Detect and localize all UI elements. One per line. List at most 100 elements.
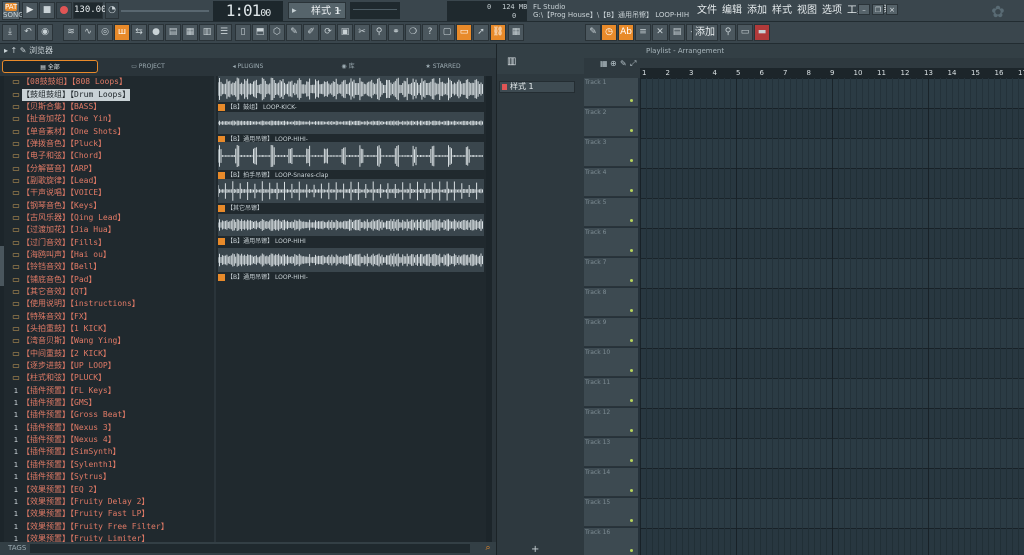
tree-item[interactable]: ▭ 【逐步进鼓】【UP LOOP】 (4, 360, 214, 372)
tree-item[interactable]: ▭ 【贝斯合集】【BASS】 (4, 101, 214, 113)
stamp-icon[interactable]: ▭ (456, 24, 472, 41)
track-mute-led[interactable] (630, 519, 633, 522)
mic-icon[interactable]: ⚲ (371, 24, 387, 41)
track-header[interactable]: Track 15 (584, 498, 638, 527)
track-header[interactable]: Track 5 (584, 198, 638, 227)
paint-icon[interactable]: ✎ (585, 24, 601, 41)
track-mute-led[interactable] (630, 369, 633, 372)
pattern-add-icon[interactable]: + (334, 3, 342, 20)
playlist-tool-icon[interactable]: ▦ (600, 59, 608, 68)
add-channel-icon[interactable]: + (531, 544, 539, 555)
tree-item[interactable]: ▭ 【其它音效】【QT】 (4, 286, 214, 298)
track-mute-led[interactable] (630, 249, 633, 252)
tree-item[interactable]: ▭ 【过门音效】【Fills】 (4, 236, 214, 248)
tree-item[interactable]: ▭ 【铺底音色】【Pad】 (4, 274, 214, 286)
preview-play-icon[interactable] (218, 104, 225, 111)
link-icon[interactable]: ⚭ (388, 24, 404, 41)
tree-item[interactable]: 1 【效果预置】【Fruity Free Filter】 (4, 520, 214, 532)
clock-icon[interactable]: ◷ (601, 24, 617, 41)
browser-arrow-icon[interactable]: ▸ ↑ ✎ (4, 46, 29, 55)
chain-icon[interactable]: ⛓ (490, 24, 506, 41)
play-button[interactable]: ▶ (22, 2, 38, 19)
browser-tab-1[interactable]: ▭ PROJECT (100, 60, 196, 73)
tree-item[interactable]: ▭ 【单音素材】【One Shots】 (4, 125, 214, 137)
menu-item-1[interactable]: 编辑 (721, 3, 743, 18)
sample-preview[interactable]: 【B】通用吊镲】 LOOP-HIHI- (216, 248, 486, 284)
tree-item[interactable]: ▭ 【过渡加花】【Jia Hua】 (4, 224, 214, 236)
loop-icon[interactable]: ⇆ (131, 24, 147, 41)
tree-item[interactable]: ▭ 【电子和弦】【Chord】 (4, 150, 214, 162)
playlist-tool-icon[interactable]: ⊕ (610, 59, 617, 68)
tree-item[interactable]: 1 【插件预置】【FL Keys】 (4, 385, 214, 397)
piano-icon[interactable]: ▥ (507, 56, 516, 67)
tree-item[interactable]: ▭ 【特殊音效】【FX】 (4, 311, 214, 323)
tree-item[interactable]: ▭ 【湾音贝斯】【Wang Ying】 (4, 335, 214, 347)
stop-button[interactable]: ■ (39, 2, 55, 19)
tree-item[interactable]: ▭ 【铃铛音效】【Bell】 (4, 261, 214, 273)
tempo-field[interactable]: 130.000 (73, 2, 112, 19)
browser-tab-3[interactable]: ◉ 库 (300, 60, 396, 73)
preview-play-icon[interactable] (218, 205, 225, 212)
tags-input[interactable] (30, 544, 470, 553)
tree-item[interactable]: ▭ 【分解琶音】【ARP】 (4, 162, 214, 174)
menu-item-0[interactable]: 文件 (696, 3, 718, 18)
track-header[interactable]: Track 13 (584, 438, 638, 467)
preview-play-icon[interactable] (218, 172, 225, 179)
track-header[interactable]: Track 6 (584, 228, 638, 257)
track-header[interactable]: Track 14 (584, 468, 638, 497)
track-mute-led[interactable] (630, 459, 633, 462)
mixer2-icon[interactable]: ☰ (216, 24, 232, 41)
chat-icon[interactable]: ❍ (405, 24, 421, 41)
sample-preview[interactable]: 【B】拍手吊镲】 LOOP-Snares-clap (216, 142, 486, 182)
tree-item[interactable]: 1 【插件预置】【GMS】 (4, 397, 214, 409)
record-button[interactable] (56, 2, 72, 19)
cut-icon[interactable]: ✂ (354, 24, 370, 41)
tree-item[interactable]: 1 【效果预置】【Fruity Delay 2】 (4, 496, 214, 508)
tree-item[interactable]: ▭ 【扯音加花】【Che Yin】 (4, 113, 214, 125)
step-icon[interactable]: ▤ (165, 24, 181, 41)
track-header[interactable]: Track 12 (584, 408, 638, 437)
tree-item[interactable]: ▭ 【使用说明】【instructions】 (4, 298, 214, 310)
cross-icon[interactable]: ✕ (652, 24, 668, 41)
track-header[interactable]: Track 10 (584, 348, 638, 377)
track-mute-led[interactable] (630, 99, 633, 102)
download-icon[interactable]: ⤓ (2, 24, 18, 41)
tree-item[interactable]: 1 【效果预置】【Fruity Fast LP】 (4, 508, 214, 520)
tree-item[interactable]: 1 【插件预置】【Sytrus】 (4, 471, 214, 483)
tree-item[interactable]: ▭ 【柱式和弦】【PLUCK】 (4, 372, 214, 384)
tree-item[interactable]: 1 【插件预置】【Nexus 4】 (4, 434, 214, 446)
refresh-icon[interactable]: ⟳ (320, 24, 336, 41)
save-icon[interactable]: ⬒ (252, 24, 268, 41)
knob-icon[interactable]: ◉ (37, 24, 53, 41)
time-display[interactable]: 1:0100 (213, 1, 283, 21)
list-icon[interactable]: ≡ (635, 24, 651, 41)
master-pitch-slider[interactable] (121, 10, 209, 12)
snap-icon[interactable]: ◎ (97, 24, 113, 41)
metronome-icon[interactable]: ◔ (105, 2, 119, 19)
playlist-tool-icon[interactable]: ⤢ (630, 59, 636, 69)
doc-icon[interactable]: ▤ (669, 24, 685, 41)
tree-item[interactable]: 1 【效果预置】【Fruity Limiter】 (4, 533, 214, 542)
record2-icon[interactable]: ▬ (754, 24, 770, 41)
add-button[interactable]: 添加 (692, 24, 718, 41)
typing-icon[interactable]: ш (114, 24, 130, 41)
preview-scrollbar[interactable] (486, 76, 492, 542)
mixer-icon[interactable]: ≋ (63, 24, 79, 41)
track-header[interactable]: Track 2 (584, 108, 638, 137)
track-header[interactable]: Track 8 (584, 288, 638, 317)
tree-item[interactable]: ▭ 【干声说唱】【VOICE】 (4, 187, 214, 199)
search-icon[interactable]: ⌕ (482, 542, 494, 555)
help-icon[interactable]: ? (422, 24, 438, 41)
pencil-icon[interactable]: ✎ (286, 24, 302, 41)
track-mute-led[interactable] (630, 129, 633, 132)
pat-song-toggle[interactable]: PAT SONG (2, 1, 24, 20)
browser-tab-2[interactable]: ◂ PLUGINS (200, 60, 296, 73)
tree-item[interactable]: 1 【插件预置】【Gross Beat】 (4, 409, 214, 421)
minimize-icon[interactable]: – (858, 4, 870, 15)
disk-icon[interactable]: ▣ (337, 24, 353, 41)
tree-item[interactable]: 1 【插件预置】【Nexus 3】 (4, 422, 214, 434)
tree-item[interactable]: 1 【插件预置】【SimSynth】 (4, 446, 214, 458)
browser-icon[interactable]: ▦ (508, 24, 524, 41)
plugin-icon[interactable]: ⬡ (269, 24, 285, 41)
browser-tab-4[interactable]: ★ STARRED (395, 60, 491, 73)
